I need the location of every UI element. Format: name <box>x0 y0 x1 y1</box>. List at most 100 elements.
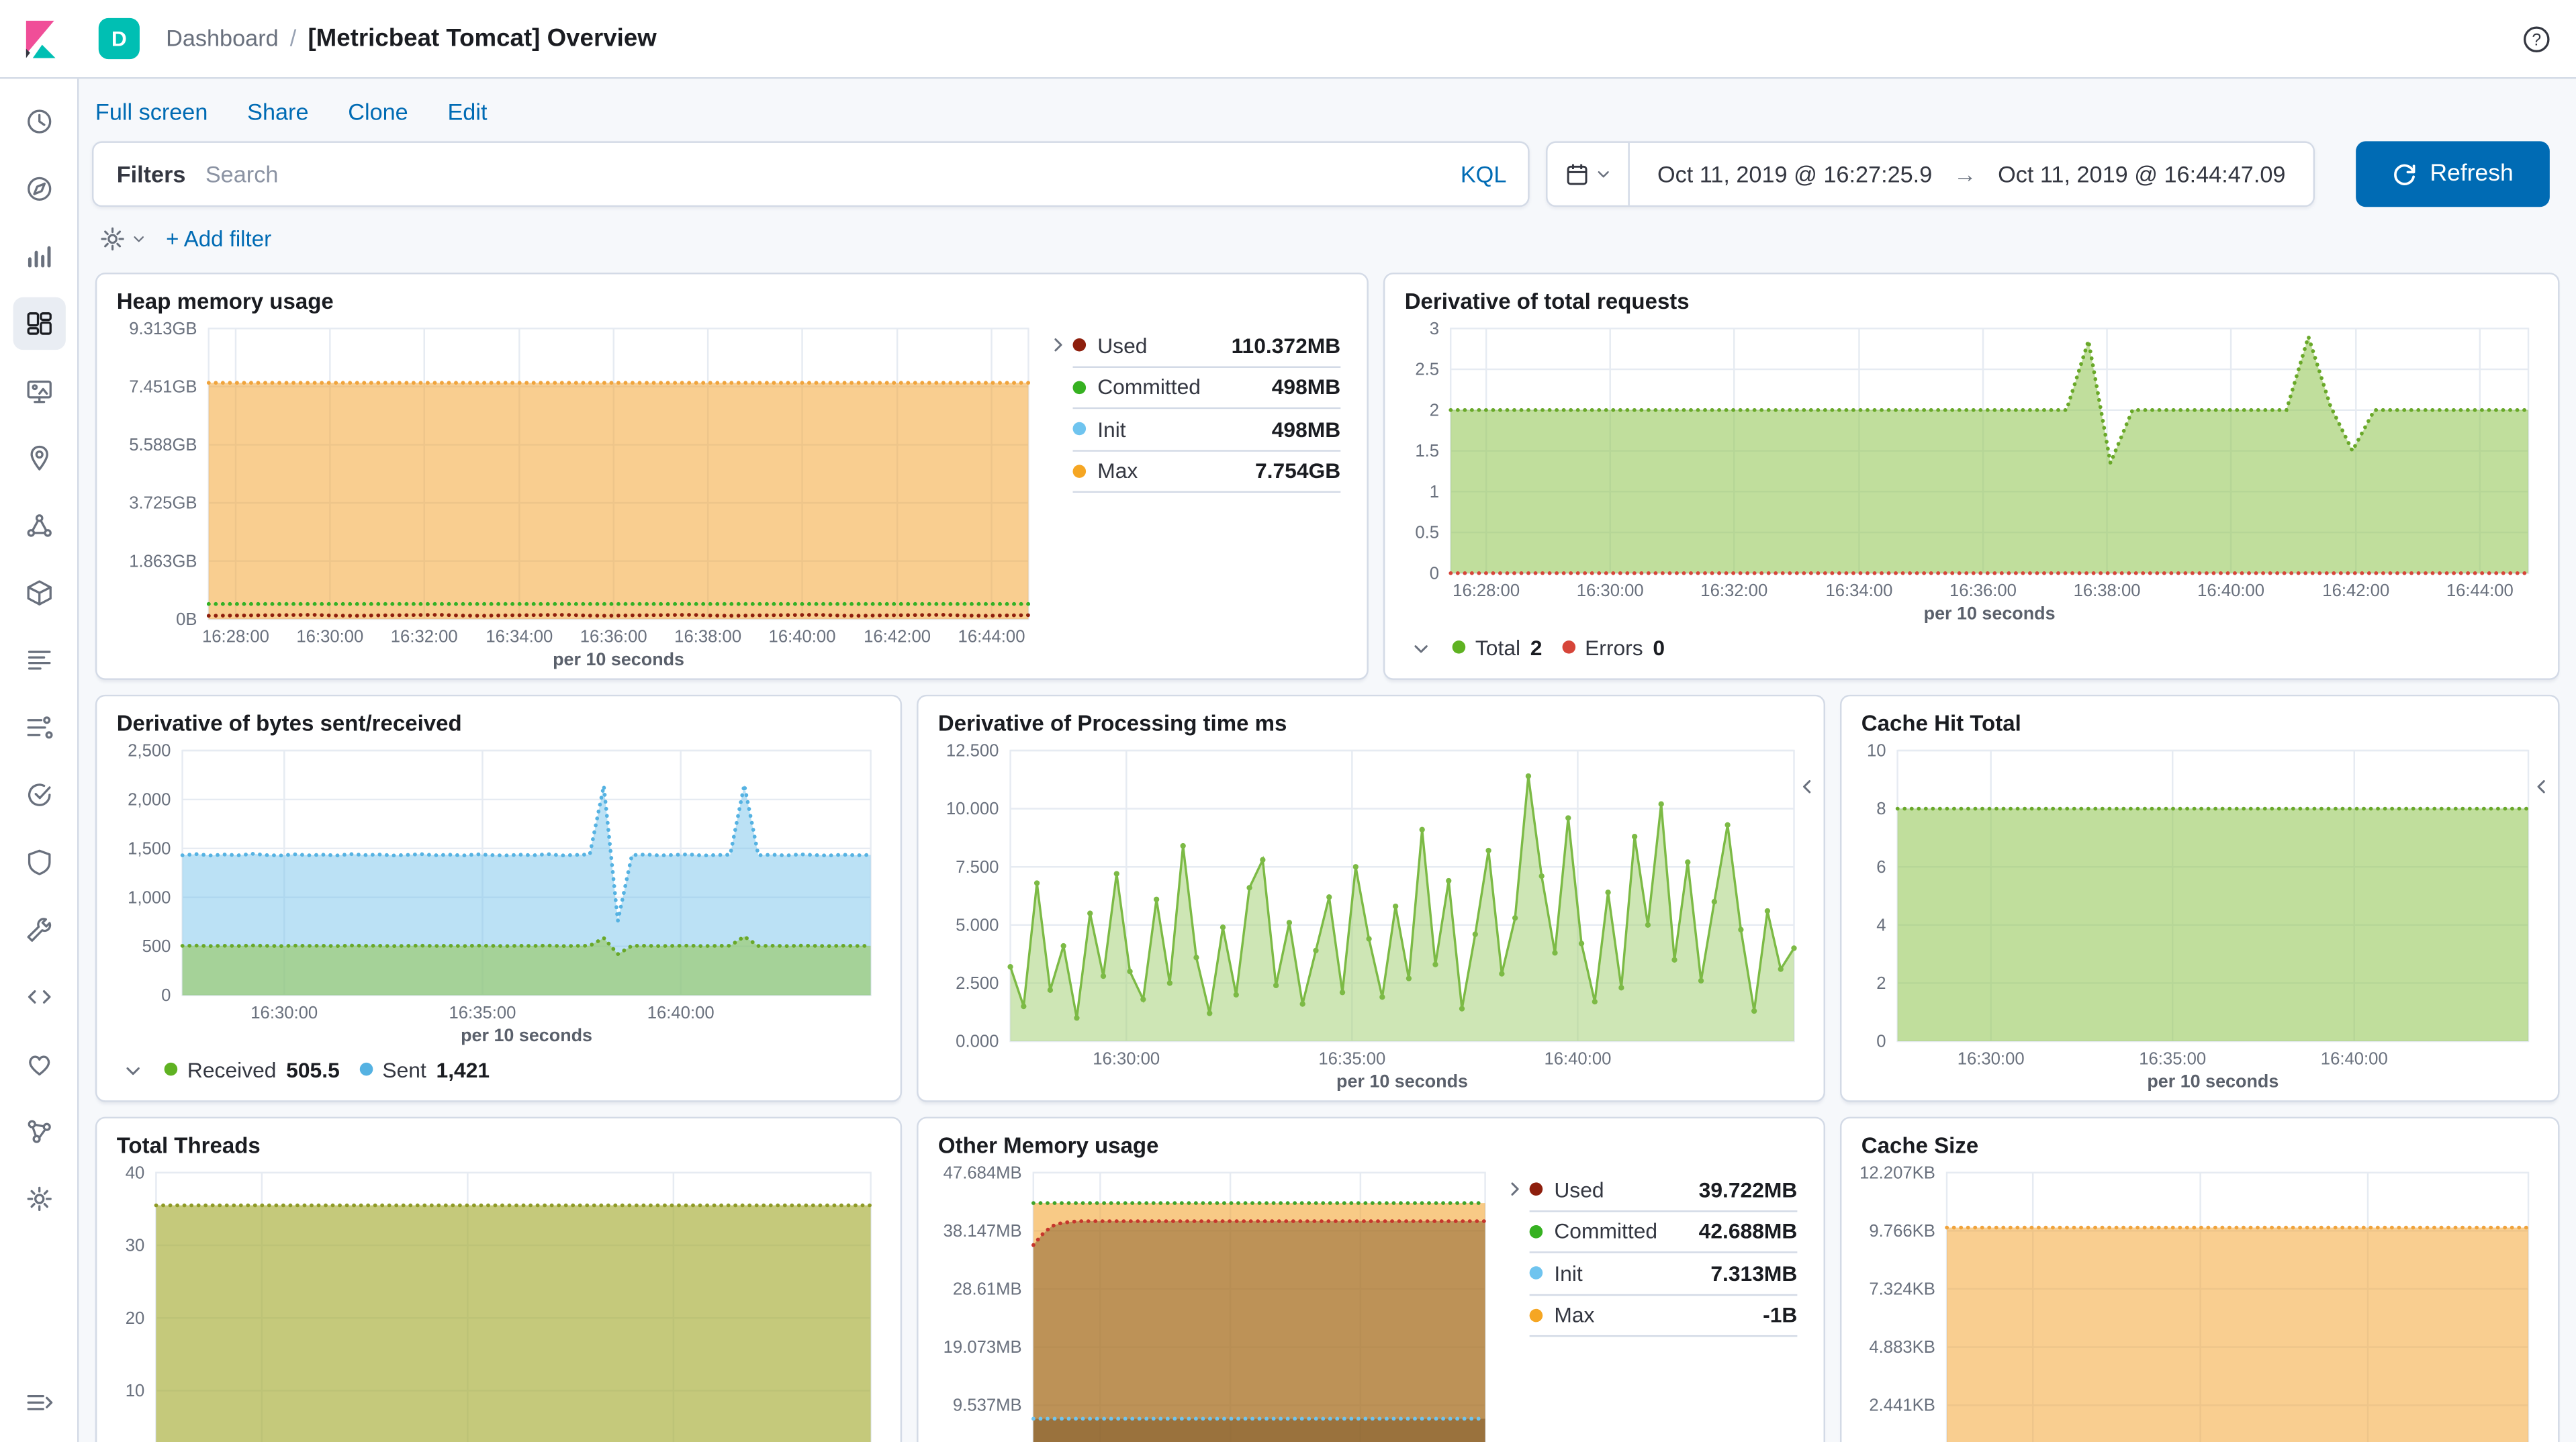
date-from[interactable]: Oct 11, 2019 @ 16:27:25.9 <box>1657 161 1932 187</box>
legend-row-init[interactable]: Init498MB <box>1073 409 1341 450</box>
heap-memory-chart[interactable]: 9.313GB7.451GB5.588GB3.725GB1.863GB0B16:… <box>107 316 1048 672</box>
legend-collapse-button[interactable] <box>1505 1169 1524 1442</box>
sidebar-item-dev-tools[interactable] <box>12 904 64 956</box>
quick-select-button[interactable] <box>1548 143 1630 205</box>
breadcrumb-dashboard[interactable]: Dashboard <box>166 25 279 51</box>
svg-text:1,500: 1,500 <box>128 839 171 858</box>
cache-hit-chart[interactable]: 108642016:30:0016:35:0016:40:00per 10 se… <box>1851 737 2548 1094</box>
legend-value: -1B <box>1763 1303 1797 1328</box>
svg-text:16:42:00: 16:42:00 <box>2322 581 2389 600</box>
legend-collapse-button[interactable] <box>1411 630 1430 663</box>
panel-title: Derivative of bytes sent/received <box>97 696 900 737</box>
sidebar-item-visualize[interactable] <box>12 230 64 283</box>
legend-value: 498MB <box>1272 417 1341 442</box>
sidebar-item-discover[interactable] <box>12 162 64 215</box>
sidebar-item-infrastructure[interactable] <box>12 567 64 619</box>
panel-body: 12.50010.0007.5005.0002.5000.00016:30:00… <box>919 737 1824 1100</box>
nav-collapse-button[interactable] <box>13 1376 66 1429</box>
sidebar-item-recently-viewed[interactable] <box>12 95 64 148</box>
svg-text:16:38:00: 16:38:00 <box>2074 581 2141 600</box>
processing-time-chart[interactable]: 12.50010.0007.5005.0002.5000.00016:30:00… <box>928 737 1814 1094</box>
panel-derivative-bytes: Derivative of bytes sent/received 2,5002… <box>95 695 902 1102</box>
legend-expand-button[interactable] <box>2532 775 2551 805</box>
sidebar-item-graph[interactable] <box>12 1105 64 1157</box>
series-color-dot <box>165 1063 178 1076</box>
sidebar-item-apm[interactable] <box>12 702 64 754</box>
clone-link[interactable]: Clone <box>348 99 408 125</box>
svg-text:16:30:00: 16:30:00 <box>1577 581 1644 600</box>
legend-value: 505.5 <box>286 1057 340 1082</box>
sidebar-item-dashboard[interactable] <box>12 297 64 350</box>
code-icon <box>24 982 53 1012</box>
full-screen-link[interactable]: Full screen <box>95 99 208 125</box>
sidebar-item-console[interactable] <box>12 971 64 1023</box>
edit-link[interactable]: Edit <box>447 99 487 125</box>
help-button[interactable]: ? <box>2522 23 2551 53</box>
svg-text:19.073MB: 19.073MB <box>944 1338 1022 1357</box>
legend-expand-button[interactable] <box>1797 775 1816 805</box>
sidebar-item-uptime[interactable] <box>12 769 64 821</box>
date-to[interactable]: Oct 11, 2019 @ 16:44:47.09 <box>1998 161 2285 187</box>
svg-text:1.863GB: 1.863GB <box>129 552 197 571</box>
panel-derivative-total-requests: Derivative of total requests 32.521.510.… <box>1383 273 2560 680</box>
date-picker: Oct 11, 2019 @ 16:27:25.9 → Oct 11, 2019… <box>1546 141 2315 207</box>
legend-item-total[interactable]: Total2 <box>1453 635 1543 660</box>
svg-text:per 10 seconds: per 10 seconds <box>2147 1071 2279 1092</box>
sidebar-item-siem[interactable] <box>12 836 64 888</box>
sidebar-item-machine-learning[interactable] <box>12 499 64 552</box>
refresh-button[interactable]: Refresh <box>2356 141 2550 207</box>
legend-row-max[interactable]: Max7.754GB <box>1073 451 1341 493</box>
legend-row-max[interactable]: Max-1B <box>1530 1295 1798 1337</box>
search-input[interactable] <box>205 143 1439 205</box>
svg-text:8: 8 <box>1876 800 1886 818</box>
total-threads-chart[interactable]: 40302010016:30:0016:35:0016:40:00per 10 … <box>107 1159 890 1442</box>
legend-row-committed[interactable]: Committed42.688MB <box>1530 1211 1798 1253</box>
add-filter-link[interactable]: + Add filter <box>166 227 271 252</box>
sidebar-item-monitoring[interactable] <box>12 1038 64 1090</box>
legend-row-used[interactable]: Used110.372MB <box>1073 325 1341 367</box>
panel-row-1: Heap memory usage 9.313GB7.451GB5.588GB3… <box>95 273 2560 680</box>
svg-text:9.766KB: 9.766KB <box>1869 1222 1935 1241</box>
legend-collapse-button[interactable] <box>123 1053 142 1086</box>
space-avatar[interactable]: D <box>99 18 140 59</box>
legend-label: Sent <box>382 1057 426 1082</box>
svg-text:16:28:00: 16:28:00 <box>202 628 269 646</box>
chevron-down-icon <box>132 232 146 246</box>
svg-text:500: 500 <box>142 937 171 956</box>
legend-row-init[interactable]: Init7.313MB <box>1530 1253 1798 1295</box>
legend-row-used[interactable]: Used39.722MB <box>1530 1169 1798 1211</box>
svg-text:2.5: 2.5 <box>1415 360 1439 379</box>
legend-item-sent[interactable]: Sent1,421 <box>359 1057 490 1082</box>
sidebar-item-logs[interactable] <box>12 634 64 686</box>
panel-cache-size: Cache Size 12.207KB9.766KB7.324KB4.883KB… <box>1840 1117 2560 1442</box>
legend-row-committed[interactable]: Committed498MB <box>1073 367 1341 409</box>
sidebar-item-canvas[interactable] <box>12 365 64 417</box>
total-requests-chart[interactable]: 32.521.510.5016:28:0016:30:0016:32:0016:… <box>1395 316 2548 626</box>
legend-item-received[interactable]: Received505.5 <box>165 1057 340 1082</box>
legend-value: 498MB <box>1272 375 1341 399</box>
svg-text:16:42:00: 16:42:00 <box>864 628 931 646</box>
sidebar-item-maps[interactable] <box>12 432 64 484</box>
legend-collapse-button[interactable] <box>1048 325 1068 671</box>
legend: Used39.722MBCommitted42.688MBInit7.313MB… <box>1505 1159 1814 1442</box>
nodes-icon <box>24 511 53 540</box>
legend-label: Used <box>1554 1177 1604 1202</box>
legend-label: Init <box>1554 1261 1582 1286</box>
share-link[interactable]: Share <box>247 99 308 125</box>
kibana-logo[interactable] <box>0 17 79 60</box>
cache-size-chart[interactable]: 12.207KB9.766KB7.324KB4.883KB2.441KB0B16… <box>1851 1159 2548 1442</box>
svg-text:47.684MB: 47.684MB <box>944 1163 1022 1182</box>
kql-switch[interactable]: KQL <box>1439 161 1528 187</box>
panel-row-3: Total Threads 40302010016:30:0016:35:001… <box>95 1117 2560 1442</box>
legend-item-errors[interactable]: Errors0 <box>1562 635 1665 660</box>
cube-icon <box>24 578 53 608</box>
filter-options-button[interactable] <box>99 225 146 253</box>
grid-icon <box>24 309 53 338</box>
series-color-dot <box>1562 640 1575 654</box>
bytes-sent-received-chart[interactable]: 2,5002,0001,5001,000500016:30:0016:35:00… <box>107 737 890 1047</box>
sidebar-item-management[interactable] <box>12 1173 64 1225</box>
other-memory-chart[interactable]: 47.684MB38.147MB28.61MB19.073MB9.537MB0B… <box>928 1159 1505 1442</box>
filters-toggle[interactable]: Filters <box>93 161 205 187</box>
legend: Received505.5 Sent1,421 <box>107 1048 890 1094</box>
panel-body: 2,5002,0001,5001,000500016:30:0016:35:00… <box>97 737 900 1100</box>
